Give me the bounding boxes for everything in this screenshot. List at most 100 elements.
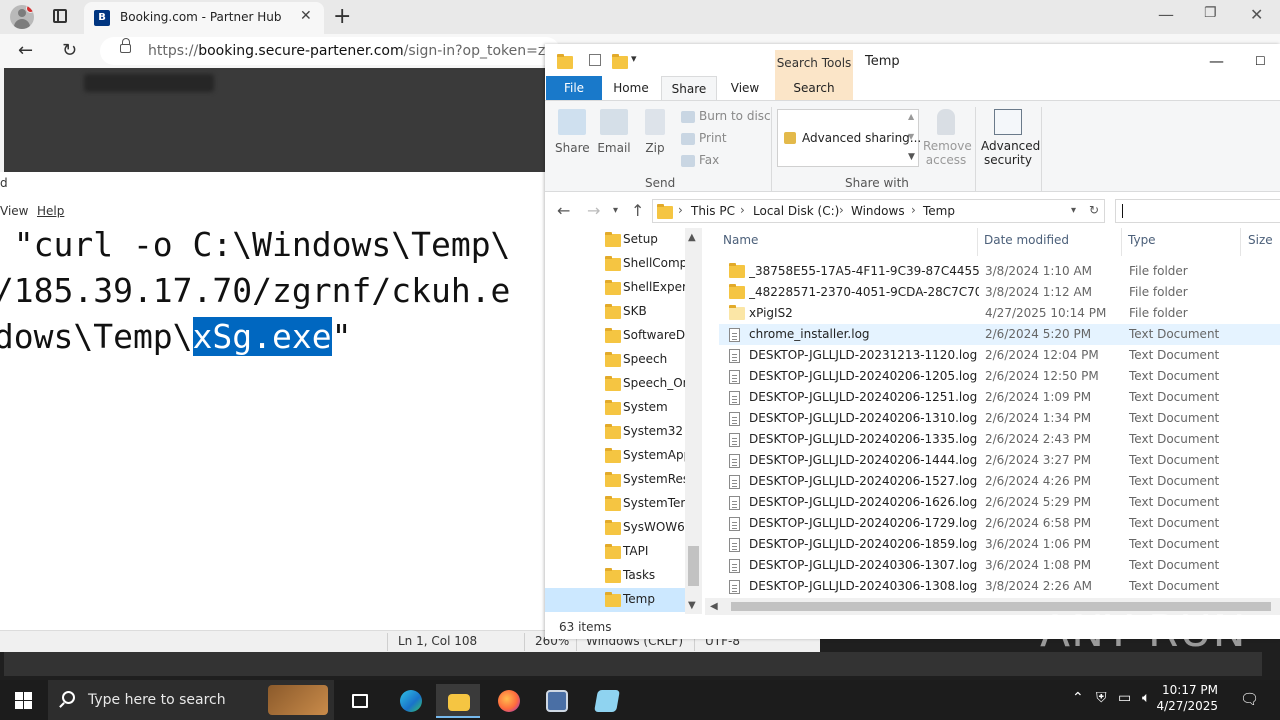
ribbon-share: Share Email Zip Burn to disc Print Fax S… [545,100,1280,192]
column-divider[interactable] [1240,228,1241,256]
breadcrumb[interactable]: › This PC › Local Disk (C:) › Windows › … [652,199,1105,223]
scroll-down-icon[interactable]: ▼ [688,600,696,611]
profile-avatar-icon[interactable] [10,5,34,29]
menu-help[interactable]: Help [37,204,64,218]
table-row[interactable]: DESKTOP-JGLLJLD-20240206-1310.log 2/6/202… [719,408,1280,429]
tab-share[interactable]: Share [661,76,717,100]
file-name: DESKTOP-JGLLJLD-20240206-1205.log [749,369,978,383]
column-size[interactable]: Size [1248,233,1273,247]
url-field[interactable]: https://booking.secure-partener.com/sign… [100,37,560,65]
table-row[interactable]: DESKTOP-JGLLJLD-20240206-1729.log 2/6/202… [719,513,1280,534]
tab-close-icon[interactable]: ✕ [300,8,312,24]
edge-button[interactable] [388,684,432,718]
table-row[interactable]: DESKTOP-JGLLJLD-20240206-1205.log 2/6/202… [719,366,1280,387]
scroll-down-icon[interactable]: ▼ [908,132,914,141]
column-divider[interactable] [1121,228,1122,256]
folder-icon [605,280,621,295]
ribbon-separator [975,107,976,191]
column-name[interactable]: Name [723,233,758,247]
properties-icon[interactable] [589,54,601,66]
scroll-left-icon[interactable]: ◀ [710,601,718,612]
tab-file[interactable]: File [546,76,602,100]
refresh-icon[interactable]: ↻ [1089,203,1099,217]
tab-booking[interactable]: B Booking.com - Partner Hub ✕ [84,2,324,34]
folder-icon [605,424,621,439]
tree-item-label: Temp [623,592,655,606]
email-button[interactable]: Email [597,109,631,155]
more-icon[interactable]: ▼ [908,152,915,162]
tab-search[interactable]: Search [775,76,853,100]
table-row[interactable]: _38758E55-17A5-4F11-9C39-87C445533821 3/8… [719,261,1280,282]
table-row[interactable]: _48228571-2370-4051-9CDA-28C7C70B0B... 3/… [719,282,1280,303]
restore-icon[interactable]: ❐ [1204,5,1217,21]
remove-access-button[interactable]: Remove access [923,109,972,167]
column-type[interactable]: Type [1128,233,1156,247]
up-icon[interactable]: ↑ [631,201,644,220]
forward-icon[interactable]: → [587,201,600,220]
advanced-sharing-item[interactable]: Advanced sharing... [802,131,921,145]
scroll-thumb[interactable] [688,546,699,586]
crumb-temp[interactable]: Temp [923,204,955,218]
back-arrow-icon[interactable]: ← [18,40,33,61]
table-row[interactable]: DESKTOP-JGLLJLD-20240206-1444.log 2/6/202… [719,450,1280,471]
crumb-windows[interactable]: Windows [851,204,905,218]
notifications-icon[interactable]: 🗨︎ [1240,690,1259,708]
share-with-list[interactable]: Advanced sharing... ▲ ▼ ▼ [777,109,921,167]
clock[interactable]: 10:17 PM 4/27/2025 [1148,683,1218,713]
crumb-local-disk[interactable]: Local Disk (C:) [753,204,839,218]
table-row[interactable]: DESKTOP-JGLLJLD-20240206-1251.log 2/6/202… [719,387,1280,408]
table-row[interactable]: DESKTOP-JGLLJLD-20231213-1120.log 2/6/202… [719,345,1280,366]
firefox-button[interactable] [486,684,530,718]
taskbar-search[interactable]: Type here to search [48,680,334,720]
folder-icon [605,520,621,535]
network-icon[interactable]: ▭ [1118,690,1131,706]
folder-icon [605,544,621,559]
file-explorer-button[interactable] [436,684,480,718]
advanced-security-button[interactable]: Advanced security [981,109,1040,167]
column-divider[interactable] [977,228,978,256]
minimize-icon[interactable]: — [1158,5,1174,24]
chevron-up-icon[interactable]: ⌃ [1072,690,1084,706]
search-input[interactable] [1115,199,1280,223]
security-tray-icon[interactable]: ⛨ [1096,690,1107,706]
tab-view[interactable]: View [721,76,769,100]
table-row[interactable]: DESKTOP-JGLLJLD-20240206-1527.log 2/6/202… [719,471,1280,492]
share-button[interactable]: Share [555,109,590,155]
zip-button[interactable]: Zip [641,109,669,155]
table-row[interactable]: DESKTOP-JGLLJLD-20240306-1308.log 3/8/202… [719,576,1280,597]
menu-view[interactable]: View [0,204,28,218]
lock-icon[interactable] [120,38,131,53]
refresh-icon[interactable]: ↻ [62,40,77,61]
task-view-button[interactable] [338,684,382,718]
windows-start-icon[interactable] [15,692,32,709]
editor-line-3-text: ndows\Temp\ [0,317,193,356]
new-tab-icon[interactable]: + [333,4,351,29]
column-date-modified[interactable]: Date modified [984,233,1069,247]
table-row[interactable]: xPigIS2 4/27/2025 10:14 PM File folder [719,303,1280,324]
file-type: Text Document [1129,432,1220,446]
customize-quick-access-icon[interactable]: ▾ [631,52,637,65]
table-row[interactable]: DESKTOP-JGLLJLD-20240206-1335.log 2/6/202… [719,429,1280,450]
chevron-down-icon[interactable]: ▾ [1071,205,1076,216]
maximize-icon[interactable]: ☐ [1255,54,1266,68]
tab-home[interactable]: Home [605,76,657,100]
minimize-icon[interactable]: — [1209,52,1224,70]
scroll-up-icon[interactable]: ▲ [908,112,914,121]
table-row[interactable]: chrome_installer.log 2/6/2024 5:20 PM Text… [719,324,1280,345]
table-row[interactable]: DESKTOP-JGLLJLD-20240306-1307.log 3/6/202… [719,555,1280,576]
notepad-button[interactable] [584,684,628,718]
close-icon[interactable]: ✕ [1250,5,1263,24]
back-icon[interactable]: ← [557,201,570,220]
file-type: File folder [1129,264,1188,278]
table-row[interactable]: DESKTOP-JGLLJLD-20240206-1859.log 3/6/202… [719,534,1280,555]
crumb-this-pc[interactable]: This PC [691,204,735,218]
new-folder-icon[interactable] [612,54,628,69]
table-row[interactable]: DESKTOP-JGLLJLD-20240206-1626.log 2/6/202… [719,492,1280,513]
scroll-up-icon[interactable]: ▲ [688,232,696,243]
navigation-scrollbar[interactable]: ▲ ▼ [685,228,702,614]
tree-item-label: SysWOW64 [623,520,693,534]
tab-actions-icon[interactable] [53,9,67,23]
recent-locations-icon[interactable]: ▾ [613,205,618,216]
tree-item-temp[interactable]: Temp [545,588,685,612]
terminal-button[interactable] [534,684,578,718]
